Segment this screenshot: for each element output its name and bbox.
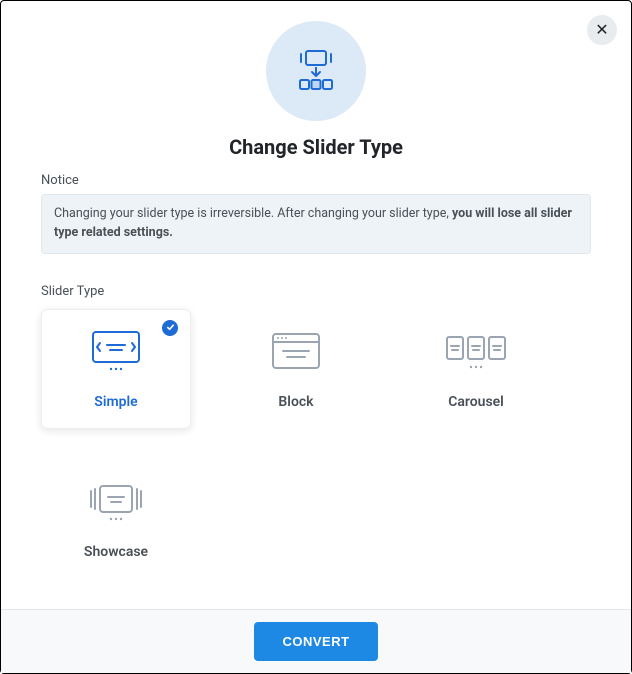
modal-title: Change Slider Type xyxy=(41,135,591,159)
option-label: Showcase xyxy=(84,544,148,560)
option-carousel[interactable]: Carousel xyxy=(401,309,551,429)
close-button[interactable]: ✕ xyxy=(587,15,617,45)
block-slider-icon xyxy=(267,328,325,380)
change-slider-type-modal: ✕ Change Slider Type Notice Changing you… xyxy=(0,0,632,674)
notice-box: Changing your slider type is irreversibl… xyxy=(41,194,591,254)
option-simple[interactable]: Simple xyxy=(41,309,191,429)
close-icon: ✕ xyxy=(595,20,608,40)
simple-slider-icon xyxy=(87,328,145,380)
slider-type-label: Slider Type xyxy=(41,284,591,299)
convert-button[interactable]: CONVERT xyxy=(254,622,377,661)
notice-label: Notice xyxy=(41,173,591,188)
showcase-slider-icon xyxy=(83,478,149,530)
option-label: Simple xyxy=(94,394,137,410)
carousel-slider-icon xyxy=(443,328,509,380)
selected-check-icon xyxy=(162,320,178,336)
modal-content: Change Slider Type Notice Changing your … xyxy=(1,1,631,609)
modal-footer: CONVERT xyxy=(1,609,631,673)
notice-text: Changing your slider type is irreversibl… xyxy=(54,206,452,221)
slider-type-convert-icon xyxy=(266,21,366,121)
option-showcase[interactable]: Showcase xyxy=(41,459,191,579)
option-label: Block xyxy=(278,394,313,410)
header-icon-wrap xyxy=(41,21,591,121)
option-block[interactable]: Block xyxy=(221,309,371,429)
option-label: Carousel xyxy=(448,394,504,410)
slider-type-options: Simple Block xyxy=(41,309,591,579)
